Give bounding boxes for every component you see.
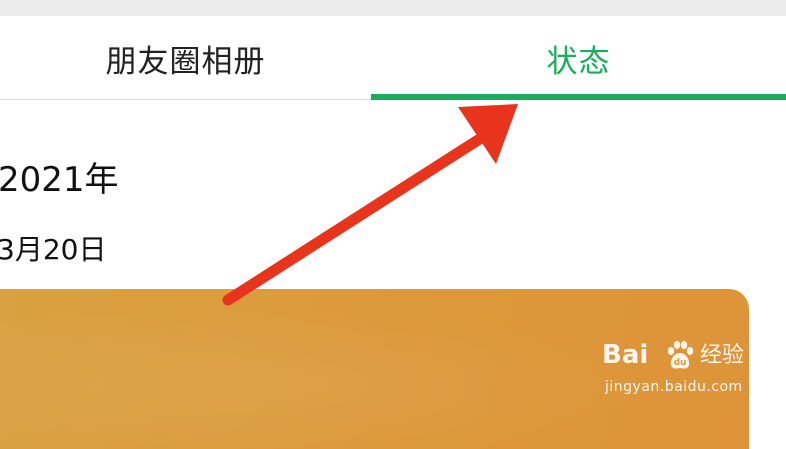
timeline-date: 3月20日 — [0, 233, 107, 266]
tab-status[interactable]: 状态 — [371, 16, 786, 100]
baidu-watermark: Bai du 经验 jingyan.baidu.com — [602, 338, 752, 408]
watermark-logo-text: Bai — [602, 340, 649, 370]
tab-bar: 朋友圈相册 状态 — [0, 16, 786, 100]
watermark-name: 经验 — [700, 343, 745, 368]
timeline-year: 2021年 — [0, 160, 119, 200]
watermark-url: jingyan.baidu.com — [605, 379, 743, 395]
top-strip — [0, 0, 786, 16]
tab-moments-album[interactable]: 朋友圈相册 — [0, 16, 371, 100]
tab-divider — [0, 99, 371, 100]
baidu-paw-icon: du — [667, 341, 694, 369]
svg-text:du: du — [674, 358, 687, 368]
active-tab-indicator — [371, 94, 786, 100]
